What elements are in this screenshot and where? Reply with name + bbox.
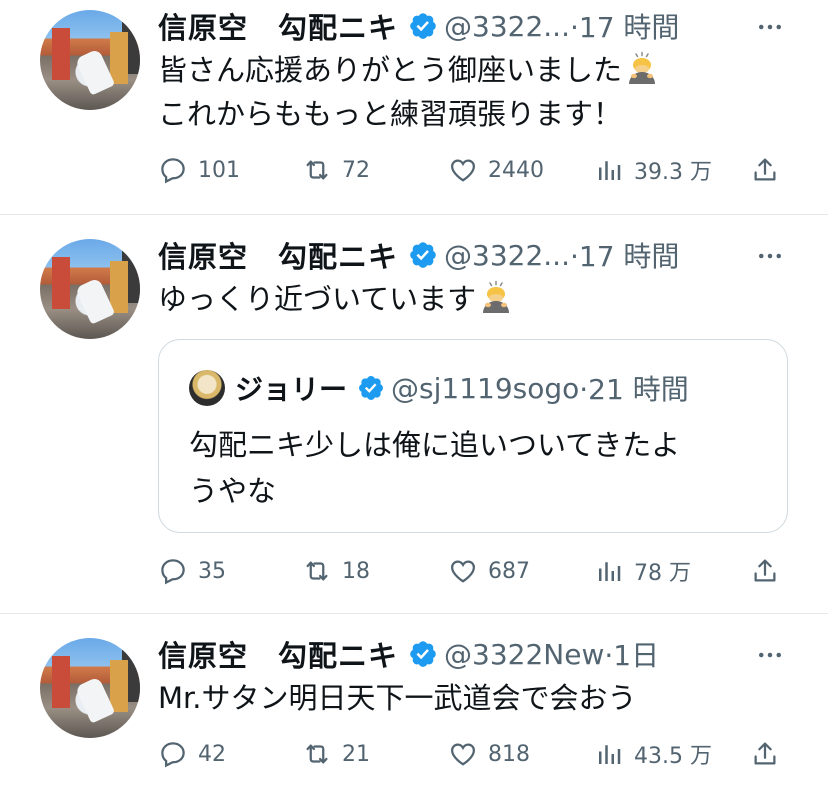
views-button[interactable]: 78 万 (594, 553, 691, 589)
verified-badge-icon (357, 374, 385, 402)
retweet-button[interactable]: 72 (302, 152, 370, 188)
quoted-tweet-header: ジョリー @sj1119sogo ·21 時間 (189, 368, 689, 408)
views-icon (594, 739, 624, 769)
tweet-text: 皆さん応援ありがとう御座いました これからももっと練習頑張ります！ (158, 48, 660, 136)
retweet-count: 18 (342, 558, 370, 584)
action-bar: 35 18 687 78 万 (0, 553, 828, 589)
tweet-header: 信原空 勾配ニキ @3322New ·1日 (158, 633, 659, 675)
more-icon[interactable] (754, 640, 786, 670)
avatar[interactable] (40, 10, 140, 110)
user-handle[interactable]: @3322... (444, 10, 570, 43)
user-handle[interactable]: @3322New (444, 638, 604, 671)
verified-badge-icon (408, 639, 438, 669)
like-count: 818 (488, 741, 530, 767)
more-icon[interactable] (754, 241, 786, 271)
views-icon (594, 556, 624, 586)
like-button[interactable]: 2440 (448, 152, 544, 188)
share-button[interactable] (750, 736, 790, 772)
share-button[interactable] (750, 553, 790, 589)
reply-button[interactable]: 35 (158, 553, 226, 589)
tweet[interactable]: 信原空 勾配ニキ @3322... ·17 時間 皆さん応援ありがとう御座いまし… (0, 0, 828, 214)
reply-count: 35 (198, 558, 226, 584)
quoted-text-line: 勾配ニキ少しは俺に追いついてきたよ (189, 428, 681, 462)
quoted-text-line: うやな (189, 474, 277, 508)
retweet-button[interactable]: 18 (302, 553, 370, 589)
more-icon[interactable] (754, 12, 786, 42)
person-bowing-emoji (624, 50, 660, 86)
action-bar: 101 72 2440 39.3 万 (0, 152, 828, 188)
quoted-tweet-text: 勾配ニキ少しは俺に追いついてきたよ うやな (189, 422, 680, 514)
tweet-text: Mr.サタン明日天下一武道会で会おう (158, 676, 637, 720)
timestamp[interactable]: ·1日 (604, 634, 659, 674)
retweet-icon (302, 155, 332, 185)
views-button[interactable]: 43.5 万 (594, 736, 712, 772)
like-count: 687 (488, 558, 530, 584)
timestamp[interactable]: ·17 時間 (570, 6, 679, 46)
verified-badge-icon (408, 11, 438, 41)
view-count: 39.3 万 (634, 160, 712, 185)
views-icon (594, 155, 624, 185)
display-name[interactable]: 信原空 勾配ニキ (158, 5, 398, 47)
like-button[interactable]: 687 (448, 553, 530, 589)
verified-badge-icon (408, 240, 438, 270)
avatar[interactable] (40, 239, 140, 339)
retweet-icon (302, 739, 332, 769)
quoted-tweet[interactable]: ジョリー @sj1119sogo ·21 時間 勾配ニキ少しは俺に追いついてきた… (158, 339, 788, 533)
share-icon (750, 556, 780, 586)
quoted-display-name: ジョリー (235, 373, 348, 406)
reply-button[interactable]: 42 (158, 736, 226, 772)
share-icon (750, 155, 780, 185)
retweet-icon (302, 556, 332, 586)
user-handle[interactable]: @3322... (444, 239, 570, 272)
display-name[interactable]: 信原空 勾配ニキ (158, 234, 398, 276)
reply-icon (158, 556, 188, 586)
like-button[interactable]: 818 (448, 736, 530, 772)
retweet-count: 21 (342, 741, 370, 767)
tweet-text-line: これからももっと練習頑張ります！ (158, 97, 623, 131)
reply-icon (158, 155, 188, 185)
retweet-button[interactable]: 21 (302, 736, 370, 772)
tweet-header: 信原空 勾配ニキ @3322... ·17 時間 (158, 234, 679, 276)
quoted-avatar (189, 370, 225, 406)
reply-button[interactable]: 101 (158, 152, 240, 188)
quoted-user-handle: @sj1119sogo (391, 371, 580, 405)
person-bowing-emoji (478, 279, 514, 315)
tweet-text-line: 皆さん応援ありがとう御座いました (158, 53, 623, 87)
heart-icon (448, 155, 478, 185)
like-count: 2440 (488, 157, 544, 183)
display-name[interactable]: 信原空 勾配ニキ (158, 633, 398, 675)
share-icon (750, 739, 780, 769)
tweet[interactable]: 信原空 勾配ニキ @3322New ·1日 Mr.サタン明日天下一武道会で会おう… (0, 614, 828, 786)
quoted-timestamp: ·21 時間 (579, 373, 689, 406)
avatar[interactable] (40, 638, 140, 738)
timestamp[interactable]: ·17 時間 (570, 235, 679, 275)
views-button[interactable]: 39.3 万 (594, 152, 712, 188)
share-button[interactable] (750, 152, 790, 188)
heart-icon (448, 739, 478, 769)
tweet-header: 信原空 勾配ニキ @3322... ·17 時間 (158, 5, 679, 47)
action-bar: 42 21 818 43.5 万 (0, 736, 828, 772)
retweet-count: 72 (342, 157, 370, 183)
reply-icon (158, 739, 188, 769)
tweet-text-line: ゆっくり近づいています (158, 282, 477, 316)
reply-count: 42 (198, 741, 226, 767)
reply-count: 101 (198, 157, 240, 183)
tweet-text: ゆっくり近づいています (158, 277, 514, 321)
heart-icon (448, 556, 478, 586)
tweet-text-line: Mr.サタン明日天下一武道会で会おう (158, 681, 637, 715)
view-count: 43.5 万 (634, 744, 712, 769)
view-count: 78 万 (634, 561, 691, 586)
